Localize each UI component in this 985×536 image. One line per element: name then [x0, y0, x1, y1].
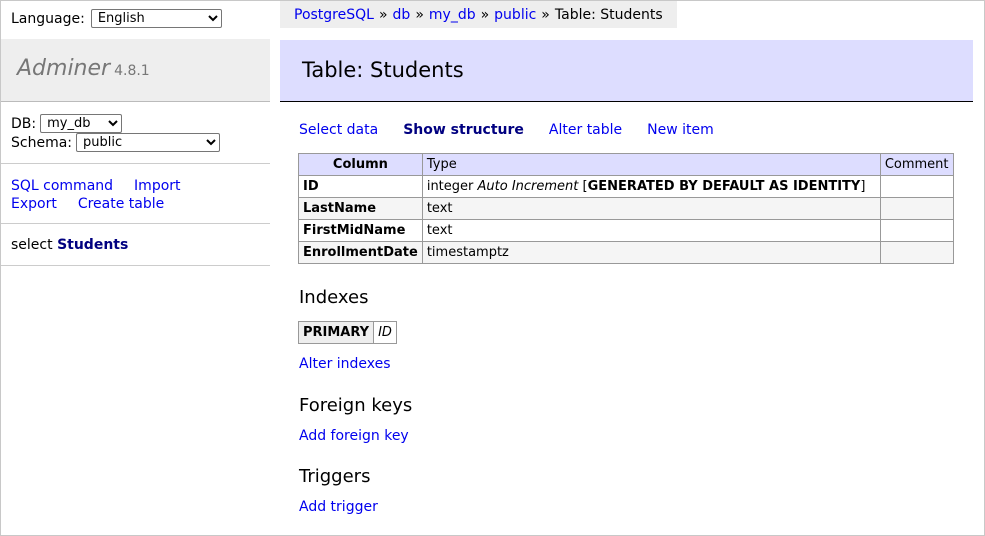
indexes-table: PRIMARY ID — [297, 321, 397, 344]
sql-command-link[interactable]: SQL command — [11, 178, 113, 194]
type-name: integer — [426, 179, 474, 194]
select-table-link[interactable]: select — [11, 237, 53, 253]
foreign-keys-heading: Foreign keys — [299, 395, 413, 416]
app-version: 4.8.1 — [114, 63, 150, 79]
column-name: LastName — [298, 197, 423, 220]
breadcrumb-separator: » — [415, 6, 424, 23]
db-schema-block: DB: my_db Schema: public — [11, 114, 221, 152]
page-header: Table: Students — [280, 40, 973, 102]
add-trigger-link[interactable]: Add trigger — [299, 499, 378, 515]
index-row: PRIMARY ID — [297, 321, 397, 344]
type-bracket-close: ] — [860, 179, 866, 194]
language-label: Language: — [11, 10, 85, 27]
export-link[interactable]: Export — [11, 196, 57, 212]
column-name: FirstMidName — [298, 219, 423, 242]
app-name[interactable]: Adminer — [17, 56, 110, 81]
column-comment — [879, 197, 954, 220]
language-row: Language: English — [11, 9, 222, 28]
type-generated: GENERATED BY DEFAULT AS IDENTITY — [587, 179, 861, 194]
sidebar-divider — [1, 163, 270, 164]
sidebar-links: SQL command Import Export Create table — [11, 177, 202, 213]
table-header-row: Column Type Comment — [298, 153, 954, 176]
breadcrumb: PostgreSQL » db » my_db » public » Table… — [280, 1, 677, 28]
column-type: integer Auto Increment [GENERATED BY DEF… — [421, 175, 881, 198]
column-comment — [879, 219, 954, 242]
column-type: timestamptz — [421, 241, 881, 264]
index-type: PRIMARY — [297, 321, 375, 344]
type-extra: Auto Increment — [477, 179, 579, 194]
column-type: text — [421, 219, 881, 242]
comment-header: Comment — [879, 153, 954, 176]
table-row: EnrollmentDate timestamptz — [298, 241, 954, 264]
sidebar: Language: English Adminer 4.8.1 DB: my_db… — [1, 1, 270, 535]
index-columns: ID — [373, 321, 397, 344]
table-row: ID integer Auto Increment [GENERATED BY … — [298, 175, 954, 198]
schema-label: Schema: — [11, 134, 73, 151]
breadcrumb-driver[interactable]: PostgreSQL — [294, 7, 374, 23]
alter-indexes-link[interactable]: Alter indexes — [299, 356, 391, 372]
column-comment — [879, 241, 954, 264]
column-type: text — [421, 197, 881, 220]
breadcrumb-separator: » — [378, 6, 388, 23]
column-comment — [879, 175, 954, 198]
app-name-link[interactable]: Adminer 4.8.1 — [17, 56, 150, 81]
breadcrumb-current: Table: Students — [554, 6, 663, 23]
new-item-link[interactable]: New item — [647, 122, 714, 138]
sidebar-divider — [1, 265, 270, 266]
breadcrumb-separator: » — [480, 6, 490, 23]
table-structure-link[interactable]: Students — [57, 237, 128, 253]
import-link[interactable]: Import — [134, 178, 180, 194]
breadcrumb-separator: » — [541, 6, 550, 23]
breadcrumb-schema[interactable]: public — [494, 7, 536, 23]
page-title: Table: Students — [302, 58, 464, 82]
column-header: Column — [298, 153, 423, 176]
create-table-link[interactable]: Create table — [78, 196, 164, 212]
triggers-heading: Triggers — [299, 466, 371, 487]
breadcrumb-server[interactable]: db — [393, 7, 411, 23]
indexes-heading: Indexes — [299, 287, 369, 308]
select-data-link[interactable]: Select data — [299, 122, 378, 138]
structure-table: Column Type Comment ID integer Auto Incr… — [298, 153, 954, 264]
language-select[interactable]: English — [90, 9, 222, 28]
sidebar-divider — [1, 223, 270, 224]
type-header: Type — [421, 153, 881, 176]
table-actions: Select data Show structure Alter table New … — [299, 122, 739, 138]
column-name: EnrollmentDate — [298, 241, 423, 264]
schema-select[interactable]: public — [76, 133, 221, 152]
db-select[interactable]: my_db — [40, 114, 123, 133]
table-list-item: select Students — [11, 237, 128, 253]
column-name: ID — [298, 175, 423, 198]
table-row: LastName text — [298, 197, 954, 220]
breadcrumb-database[interactable]: my_db — [429, 7, 476, 23]
db-label: DB: — [11, 115, 37, 132]
show-structure-link[interactable]: Show structure — [403, 122, 524, 138]
alter-table-link[interactable]: Alter table — [549, 122, 622, 138]
app-brand: Adminer 4.8.1 — [1, 39, 270, 102]
add-foreign-key-link[interactable]: Add foreign key — [299, 428, 409, 444]
table-row: FirstMidName text — [298, 219, 954, 242]
